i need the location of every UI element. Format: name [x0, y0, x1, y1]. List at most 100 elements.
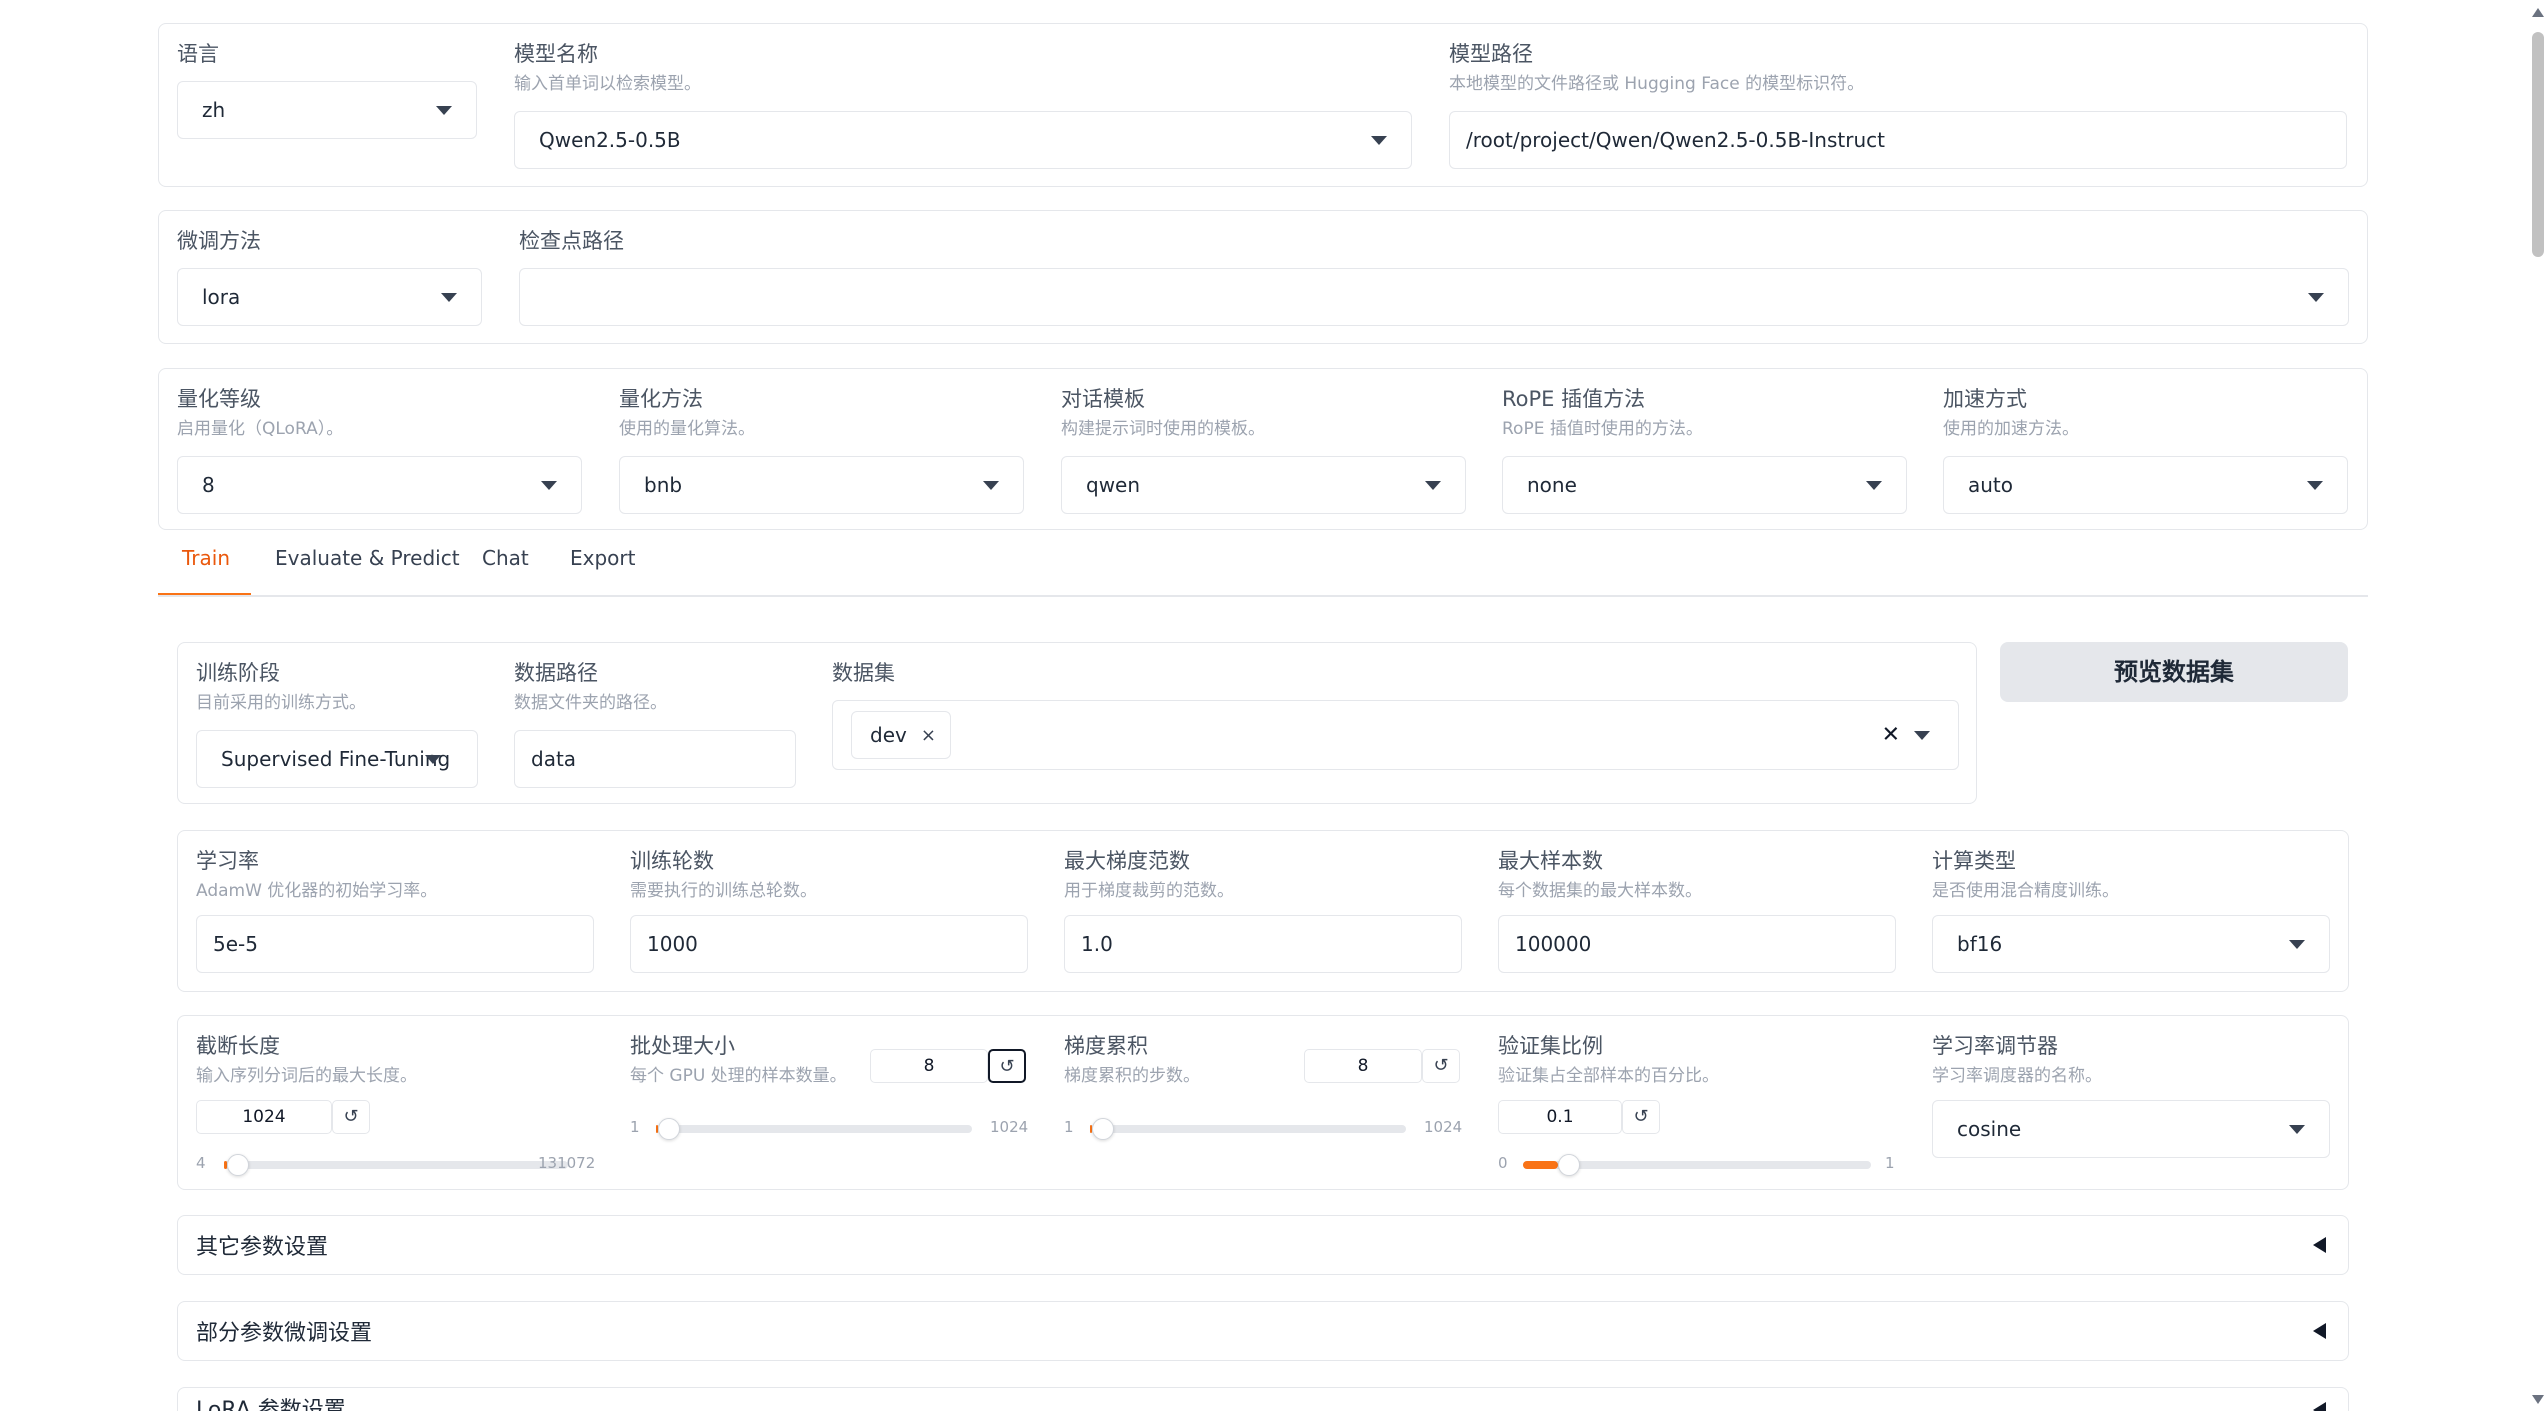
- chevron-down-icon: [1866, 481, 1882, 490]
- booster-label: 加速方式: [1943, 387, 2027, 411]
- batch-size-slider[interactable]: [656, 1118, 972, 1140]
- chevron-down-icon: [2308, 293, 2324, 302]
- lang-dropdown[interactable]: zh: [177, 81, 477, 139]
- batch-size-value: 8: [923, 1056, 935, 1076]
- max-samples-input[interactable]: 100000: [1498, 915, 1896, 973]
- dataset-multiselect[interactable]: dev × ✕: [832, 700, 1959, 770]
- dataset-label: 数据集: [832, 661, 895, 685]
- tab-chat[interactable]: Chat: [482, 548, 529, 568]
- chevron-down-icon: [425, 755, 441, 764]
- checkpoint-label: 检查点路径: [519, 229, 624, 253]
- val-size-value: 0.1: [1546, 1107, 1574, 1127]
- finetune-method-label: 微调方法: [177, 229, 261, 253]
- model-name-dropdown[interactable]: Qwen2.5-0.5B: [514, 111, 1412, 169]
- chip-close-icon[interactable]: ×: [921, 725, 936, 746]
- booster-dropdown[interactable]: auto: [1943, 456, 2348, 514]
- tab-divider: [158, 595, 2368, 597]
- batch-size-reset-icon[interactable]: ↺: [988, 1049, 1026, 1083]
- dataset-dir-input[interactable]: data: [514, 730, 796, 788]
- quant-method-label: 量化方法: [619, 387, 703, 411]
- cutoff-len-min: 4: [196, 1154, 206, 1172]
- stage-dropdown[interactable]: Supervised Fine-Tuning: [196, 730, 478, 788]
- clear-icon[interactable]: ✕: [1882, 723, 1900, 748]
- val-size-info: 验证集占全部样本的百分比。: [1498, 1066, 1719, 1086]
- grad-accum-label: 梯度累积: [1064, 1034, 1148, 1058]
- lr-label: 学习率: [196, 849, 259, 873]
- chevron-down-icon: [2307, 481, 2323, 490]
- booster-info: 使用的加速方法。: [1943, 419, 2079, 439]
- finetune-block: 微调方法 lora 检查点路径: [158, 210, 2368, 344]
- scroll-down-arrow-icon[interactable]: [2532, 1395, 2544, 1404]
- scroll-up-arrow-icon[interactable]: [2532, 8, 2544, 17]
- quant-bit-dropdown[interactable]: 8: [177, 456, 582, 514]
- val-size-reset-icon[interactable]: ↺: [1622, 1100, 1660, 1134]
- tab-evaluate-predict[interactable]: Evaluate & Predict: [275, 548, 460, 568]
- chevron-down-icon: [983, 481, 999, 490]
- slider-thumb[interactable]: [1557, 1154, 1580, 1176]
- slider-thumb[interactable]: [1092, 1118, 1115, 1140]
- cutoff-len-reset-icon[interactable]: ↺: [332, 1100, 370, 1134]
- scheduler-label: 学习率调节器: [1932, 1034, 2058, 1058]
- accordion-title: LoRA 参数设置: [196, 1398, 346, 1411]
- val-size-number[interactable]: 0.1: [1498, 1100, 1622, 1134]
- quant-method-dropdown[interactable]: bnb: [619, 456, 1024, 514]
- accordion-other-settings[interactable]: 其它参数设置: [177, 1215, 2349, 1275]
- grad-accum-info: 梯度累积的步数。: [1064, 1066, 1200, 1086]
- slider-thumb[interactable]: [226, 1154, 249, 1176]
- cutoff-len-slider[interactable]: [224, 1154, 568, 1176]
- quant-method-info: 使用的量化算法。: [619, 419, 755, 439]
- val-size-max: 1: [1885, 1154, 1895, 1172]
- scrollbar-thumb[interactable]: [2532, 32, 2544, 257]
- accordion-title: 部分参数微调设置: [196, 1321, 373, 1346]
- checkpoint-dropdown[interactable]: [519, 268, 2349, 326]
- app-root: 语言 zh 模型名称 输入首单词以检索模型。 Qwen2.5-0.5B 模型路径…: [0, 0, 2548, 1411]
- caret-left-icon: [2313, 1237, 2326, 1253]
- scrollbar[interactable]: [2528, 0, 2548, 1411]
- compute-type-dropdown[interactable]: bf16: [1932, 915, 2330, 973]
- stage-info: 目前采用的训练方式。: [196, 693, 366, 713]
- cutoff-len-value: 1024: [242, 1107, 286, 1127]
- grad-accum-value: 8: [1357, 1056, 1369, 1076]
- chevron-down-icon: [2289, 1125, 2305, 1134]
- finetune-method-dropdown[interactable]: lora: [177, 268, 482, 326]
- dataset-dir-value: data: [531, 747, 577, 771]
- caret-left-icon: [2313, 1323, 2326, 1339]
- template-dropdown[interactable]: qwen: [1061, 456, 1466, 514]
- lr-info: AdamW 优化器的初始学习率。: [196, 881, 438, 901]
- rope-dropdown[interactable]: none: [1502, 456, 1907, 514]
- scheduler-dropdown[interactable]: cosine: [1932, 1100, 2330, 1158]
- accordion-lora-settings[interactable]: LoRA 参数设置: [177, 1387, 2349, 1411]
- grad-accum-slider[interactable]: [1090, 1118, 1406, 1140]
- finetune-method-value: lora: [202, 285, 241, 309]
- max-grad-norm-input[interactable]: 1.0: [1064, 915, 1462, 973]
- scheduler-info: 学习率调度器的名称。: [1932, 1066, 2102, 1086]
- cutoff-len-number[interactable]: 1024: [196, 1100, 332, 1134]
- tab-train[interactable]: Train: [182, 548, 230, 568]
- epochs-label: 训练轮数: [630, 849, 714, 873]
- accordion-title: 其它参数设置: [196, 1235, 329, 1260]
- slider-thumb[interactable]: [658, 1118, 681, 1140]
- chevron-down-icon: [1425, 481, 1441, 490]
- template-info: 构建提示词时使用的模板。: [1061, 419, 1265, 439]
- lr-input[interactable]: 5e-5: [196, 915, 594, 973]
- grad-accum-number[interactable]: 8: [1304, 1049, 1422, 1083]
- preview-dataset-button[interactable]: 预览数据集: [2000, 642, 2348, 702]
- accordion-freeze-settings[interactable]: 部分参数微调设置: [177, 1301, 2349, 1361]
- val-size-min: 0: [1498, 1154, 1508, 1172]
- batch-size-number[interactable]: 8: [870, 1049, 988, 1083]
- model-path-input[interactable]: /root/project/Qwen/Qwen2.5-0.5B-Instruct: [1449, 111, 2347, 169]
- max-samples-info: 每个数据集的最大样本数。: [1498, 881, 1702, 901]
- epochs-input[interactable]: 1000: [630, 915, 1028, 973]
- booster-value: auto: [1968, 473, 2014, 497]
- template-label: 对话模板: [1061, 387, 1145, 411]
- tab-export[interactable]: Export: [570, 548, 635, 568]
- max-samples-label: 最大样本数: [1498, 849, 1603, 873]
- chevron-down-icon: [541, 481, 557, 490]
- grad-accum-reset-icon[interactable]: ↺: [1422, 1049, 1460, 1083]
- rope-value: none: [1527, 473, 1577, 497]
- scheduler-value: cosine: [1957, 1117, 2022, 1141]
- val-size-slider[interactable]: [1523, 1154, 1871, 1176]
- cutoff-len-max: 131072: [538, 1154, 596, 1172]
- compute-type-info: 是否使用混合精度训练。: [1932, 881, 2119, 901]
- chevron-down-icon: [441, 293, 457, 302]
